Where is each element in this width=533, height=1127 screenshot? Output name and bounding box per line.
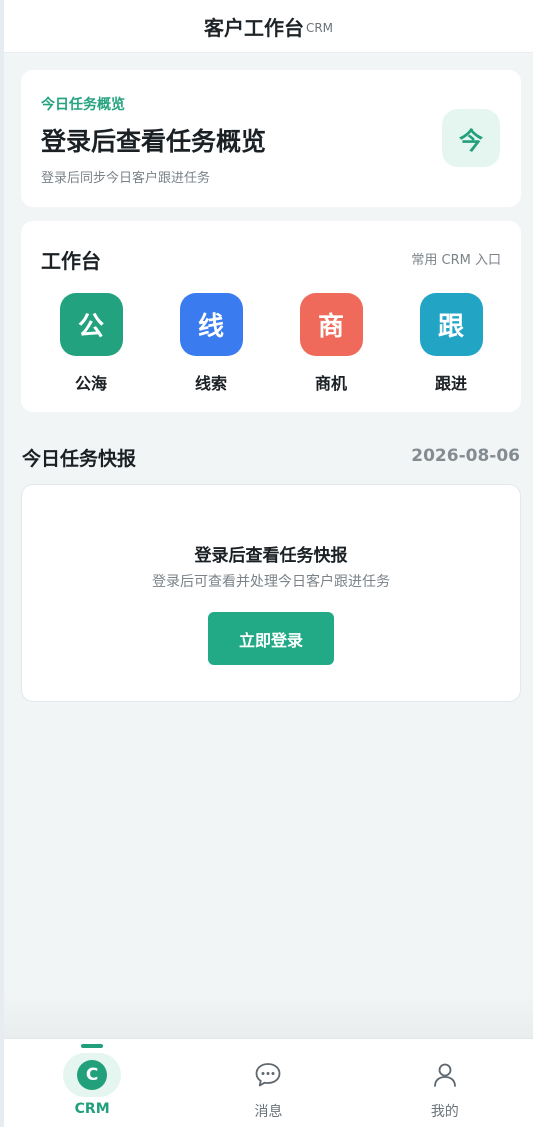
workbench-item-label: 跟进 <box>434 374 467 393</box>
tab-label: CRM <box>74 1101 110 1117</box>
page-subtitle: CRM <box>305 21 334 35</box>
overview-title: 登录后查看任务概览 <box>41 127 267 156</box>
app-header: 客户工作台 CRM <box>4 0 533 53</box>
left-edge-strip <box>0 0 4 1127</box>
workbench-title: 工作台 <box>41 249 101 273</box>
tab-profile[interactable]: 我的 <box>357 1039 533 1127</box>
user-icon <box>433 1063 456 1087</box>
active-tab-indicator <box>81 1044 104 1048</box>
bottom-tab-bar: C CRM 消息 我的 <box>4 1038 533 1127</box>
tab-label: 消息 <box>254 1104 283 1120</box>
today-badge-icon: 今 <box>442 109 500 167</box>
tab-label: 我的 <box>430 1104 459 1120</box>
report-empty-title: 登录后查看任务快报 <box>194 546 348 566</box>
public-pool-icon: 公 <box>59 293 123 356</box>
workbench-item-opportunities[interactable]: 商 商机 <box>286 293 376 394</box>
login-button[interactable]: 立即登录 <box>208 612 334 665</box>
leads-icon: 线 <box>179 293 243 356</box>
quick-report-card: 登录后查看任务快报 登录后可查看并处理今日客户跟进任务 立即登录 <box>21 484 521 702</box>
overview-subtitle: 登录后同步今日客户跟进任务 <box>41 171 211 186</box>
workbench-item-label: 商机 <box>314 374 347 393</box>
workbench-item-label: 公海 <box>74 374 107 393</box>
workbench-grid: 公 公海 线 线索 商 商机 跟 跟进 <box>21 293 521 394</box>
overview-tag: 今日任务概览 <box>41 97 125 113</box>
workbench-item-public-pool[interactable]: 公 公海 <box>46 293 136 394</box>
section-title: 今日任务快报 <box>22 448 137 470</box>
workbench-item-leads[interactable]: 线 线索 <box>166 293 256 394</box>
opportunities-icon: 商 <box>299 293 363 356</box>
workbench-item-follow-up[interactable]: 跟 跟进 <box>406 293 496 394</box>
report-empty-subtitle: 登录后可查看并处理今日客户跟进任务 <box>152 574 390 590</box>
tab-icon-wrap <box>239 1053 297 1097</box>
workbench-hint: 常用 CRM 入口 <box>411 253 501 268</box>
chat-bubble-icon <box>256 1063 281 1087</box>
tab-messages[interactable]: 消息 <box>180 1039 356 1127</box>
task-overview-card: 今日任务概览 登录后查看任务概览 登录后同步今日客户跟进任务 今 <box>21 70 521 207</box>
page-title: 客户工作台 <box>203 15 304 40</box>
workbench-item-label: 线索 <box>194 374 227 393</box>
follow-up-icon: 跟 <box>419 293 483 356</box>
bottom-fade <box>4 990 533 1038</box>
tab-icon-wrap: C <box>63 1053 122 1097</box>
report-date: 2026-08-06 <box>411 446 520 466</box>
quick-report-header: 今日任务快报 2026-08-06 <box>22 444 520 470</box>
tab-icon-wrap <box>416 1053 474 1097</box>
crm-icon: C <box>77 1060 108 1090</box>
workbench-card: 工作台 常用 CRM 入口 公 公海 线 线索 商 商机 跟 跟进 <box>21 221 521 412</box>
tab-crm[interactable]: C CRM <box>4 1039 180 1127</box>
